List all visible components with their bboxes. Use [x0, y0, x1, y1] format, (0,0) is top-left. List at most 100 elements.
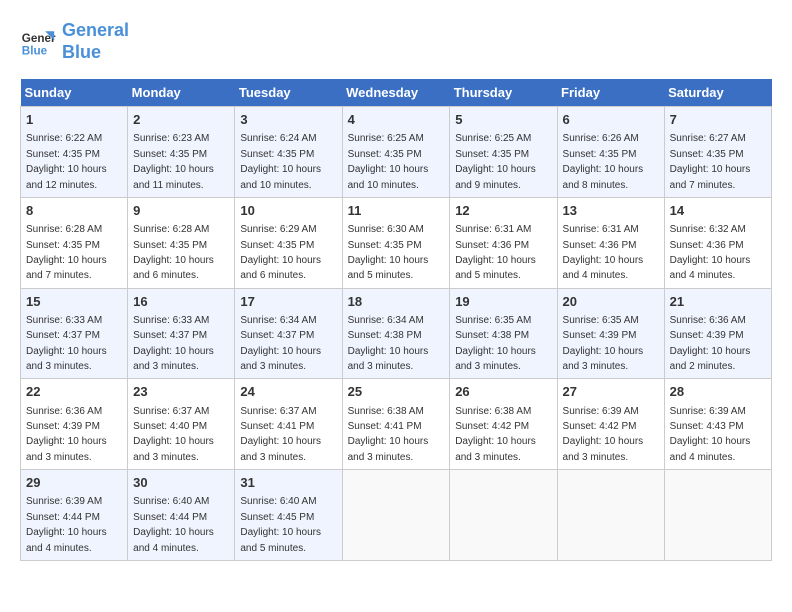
day-number: 12 [455, 202, 551, 220]
day-number: 15 [26, 293, 122, 311]
calendar-cell: 20 Sunrise: 6:35 AM Sunset: 4:39 PM Dayli… [557, 288, 664, 379]
day-info: Sunrise: 6:25 AM Sunset: 4:35 PM Dayligh… [348, 133, 429, 190]
column-header-friday: Friday [557, 79, 664, 107]
day-number: 23 [133, 383, 229, 401]
calendar-cell: 11 Sunrise: 6:30 AM Sunset: 4:35 PM Dayli… [342, 197, 450, 288]
calendar-cell: 28 Sunrise: 6:39 AM Sunset: 4:43 PM Dayli… [664, 379, 771, 470]
calendar-week-2: 8 Sunrise: 6:28 AM Sunset: 4:35 PM Daylig… [21, 197, 772, 288]
day-number: 28 [670, 383, 766, 401]
column-header-wednesday: Wednesday [342, 79, 450, 107]
day-info: Sunrise: 6:36 AM Sunset: 4:39 PM Dayligh… [26, 406, 107, 463]
calendar-cell: 24Sunrise: 6:37 AM Sunset: 4:41 PM Dayli… [235, 379, 342, 470]
calendar-cell: 31 Sunrise: 6:40 AM Sunset: 4:45 PM Dayli… [235, 470, 342, 561]
day-info: Sunrise: 6:28 AM Sunset: 4:35 PM Dayligh… [26, 224, 107, 281]
day-info: Sunrise: 6:32 AM Sunset: 4:36 PM Dayligh… [670, 224, 751, 281]
day-number: 21 [670, 293, 766, 311]
calendar-cell: 26 Sunrise: 6:38 AM Sunset: 4:42 PM Dayli… [450, 379, 557, 470]
calendar-cell: 17Sunrise: 6:34 AM Sunset: 4:37 PM Dayli… [235, 288, 342, 379]
day-number: 27 [563, 383, 659, 401]
day-info: Sunrise: 6:25 AM Sunset: 4:35 PM Dayligh… [455, 133, 536, 190]
day-number: 31 [240, 474, 336, 492]
day-number: 22 [26, 383, 122, 401]
day-info: Sunrise: 6:35 AM Sunset: 4:38 PM Dayligh… [455, 315, 536, 372]
calendar-cell: 30Sunrise: 6:40 AM Sunset: 4:44 PM Dayli… [128, 470, 235, 561]
column-header-thursday: Thursday [450, 79, 557, 107]
calendar-cell: 4 Sunrise: 6:25 AM Sunset: 4:35 PM Daylig… [342, 107, 450, 198]
day-info: Sunrise: 6:40 AM Sunset: 4:45 PM Dayligh… [240, 496, 321, 553]
day-number: 2 [133, 111, 229, 129]
logo-icon: General Blue [20, 24, 56, 60]
day-info: Sunrise: 6:38 AM Sunset: 4:42 PM Dayligh… [455, 406, 536, 463]
calendar-cell: 2 Sunrise: 6:23 AM Sunset: 4:35 PM Daylig… [128, 107, 235, 198]
column-header-saturday: Saturday [664, 79, 771, 107]
day-number: 19 [455, 293, 551, 311]
calendar-cell: 27 Sunrise: 6:39 AM Sunset: 4:42 PM Dayli… [557, 379, 664, 470]
day-info: Sunrise: 6:38 AM Sunset: 4:41 PM Dayligh… [348, 406, 429, 463]
day-number: 26 [455, 383, 551, 401]
calendar-header-row: SundayMondayTuesdayWednesdayThursdayFrid… [21, 79, 772, 107]
calendar-cell: 12 Sunrise: 6:31 AM Sunset: 4:36 PM Dayli… [450, 197, 557, 288]
day-number: 29 [26, 474, 122, 492]
day-number: 5 [455, 111, 551, 129]
day-info: Sunrise: 6:33 AM Sunset: 4:37 PM Dayligh… [133, 315, 214, 372]
day-info: Sunrise: 6:27 AM Sunset: 4:35 PM Dayligh… [670, 133, 751, 190]
calendar-cell [557, 470, 664, 561]
day-info: Sunrise: 6:24 AM Sunset: 4:35 PM Dayligh… [240, 133, 321, 190]
day-number: 17 [240, 293, 336, 311]
day-number: 10 [240, 202, 336, 220]
column-header-sunday: Sunday [21, 79, 128, 107]
column-header-monday: Monday [128, 79, 235, 107]
calendar-cell: 7Sunrise: 6:27 AM Sunset: 4:35 PM Daylig… [664, 107, 771, 198]
calendar-cell: 23 Sunrise: 6:37 AM Sunset: 4:40 PM Dayli… [128, 379, 235, 470]
calendar-cell: 3 Sunrise: 6:24 AM Sunset: 4:35 PM Daylig… [235, 107, 342, 198]
day-number: 6 [563, 111, 659, 129]
column-header-tuesday: Tuesday [235, 79, 342, 107]
day-info: Sunrise: 6:28 AM Sunset: 4:35 PM Dayligh… [133, 224, 214, 281]
day-info: Sunrise: 6:31 AM Sunset: 4:36 PM Dayligh… [563, 224, 644, 281]
day-info: Sunrise: 6:36 AM Sunset: 4:39 PM Dayligh… [670, 315, 751, 372]
calendar-cell: 15 Sunrise: 6:33 AM Sunset: 4:37 PM Dayli… [21, 288, 128, 379]
day-info: Sunrise: 6:30 AM Sunset: 4:35 PM Dayligh… [348, 224, 429, 281]
calendar-cell: 14 Sunrise: 6:32 AM Sunset: 4:36 PM Dayli… [664, 197, 771, 288]
day-number: 13 [563, 202, 659, 220]
calendar-cell: 8 Sunrise: 6:28 AM Sunset: 4:35 PM Daylig… [21, 197, 128, 288]
day-number: 8 [26, 202, 122, 220]
calendar-table: SundayMondayTuesdayWednesdayThursdayFrid… [20, 79, 772, 561]
logo-text: GeneralBlue [62, 20, 129, 63]
day-number: 9 [133, 202, 229, 220]
day-number: 20 [563, 293, 659, 311]
calendar-cell: 19 Sunrise: 6:35 AM Sunset: 4:38 PM Dayli… [450, 288, 557, 379]
day-info: Sunrise: 6:23 AM Sunset: 4:35 PM Dayligh… [133, 133, 214, 190]
calendar-cell: 22 Sunrise: 6:36 AM Sunset: 4:39 PM Dayli… [21, 379, 128, 470]
day-number: 18 [348, 293, 445, 311]
day-info: Sunrise: 6:31 AM Sunset: 4:36 PM Dayligh… [455, 224, 536, 281]
calendar-cell: 1Sunrise: 6:22 AM Sunset: 4:35 PM Daylig… [21, 107, 128, 198]
day-number: 14 [670, 202, 766, 220]
day-number: 16 [133, 293, 229, 311]
logo: General Blue GeneralBlue [20, 20, 129, 63]
calendar-cell: 16 Sunrise: 6:33 AM Sunset: 4:37 PM Dayli… [128, 288, 235, 379]
day-info: Sunrise: 6:39 AM Sunset: 4:44 PM Dayligh… [26, 496, 107, 553]
day-info: Sunrise: 6:35 AM Sunset: 4:39 PM Dayligh… [563, 315, 644, 372]
day-number: 30 [133, 474, 229, 492]
calendar-cell [450, 470, 557, 561]
day-info: Sunrise: 6:39 AM Sunset: 4:43 PM Dayligh… [670, 406, 751, 463]
calendar-week-1: 1Sunrise: 6:22 AM Sunset: 4:35 PM Daylig… [21, 107, 772, 198]
calendar-cell: 6Sunrise: 6:26 AM Sunset: 4:35 PM Daylig… [557, 107, 664, 198]
calendar-week-3: 15 Sunrise: 6:33 AM Sunset: 4:37 PM Dayli… [21, 288, 772, 379]
calendar-cell: 29 Sunrise: 6:39 AM Sunset: 4:44 PM Dayli… [21, 470, 128, 561]
day-number: 11 [348, 202, 445, 220]
calendar-cell: 18 Sunrise: 6:34 AM Sunset: 4:38 PM Dayli… [342, 288, 450, 379]
day-info: Sunrise: 6:33 AM Sunset: 4:37 PM Dayligh… [26, 315, 107, 372]
calendar-week-4: 22 Sunrise: 6:36 AM Sunset: 4:39 PM Dayli… [21, 379, 772, 470]
day-info: Sunrise: 6:34 AM Sunset: 4:38 PM Dayligh… [348, 315, 429, 372]
calendar-cell: 10 Sunrise: 6:29 AM Sunset: 4:35 PM Dayli… [235, 197, 342, 288]
calendar-body: 1Sunrise: 6:22 AM Sunset: 4:35 PM Daylig… [21, 107, 772, 561]
calendar-cell: 9 Sunrise: 6:28 AM Sunset: 4:35 PM Daylig… [128, 197, 235, 288]
day-number: 4 [348, 111, 445, 129]
day-info: Sunrise: 6:37 AM Sunset: 4:40 PM Dayligh… [133, 406, 214, 463]
day-info: Sunrise: 6:29 AM Sunset: 4:35 PM Dayligh… [240, 224, 321, 281]
day-number: 3 [240, 111, 336, 129]
day-info: Sunrise: 6:39 AM Sunset: 4:42 PM Dayligh… [563, 406, 644, 463]
svg-text:Blue: Blue [22, 44, 48, 57]
